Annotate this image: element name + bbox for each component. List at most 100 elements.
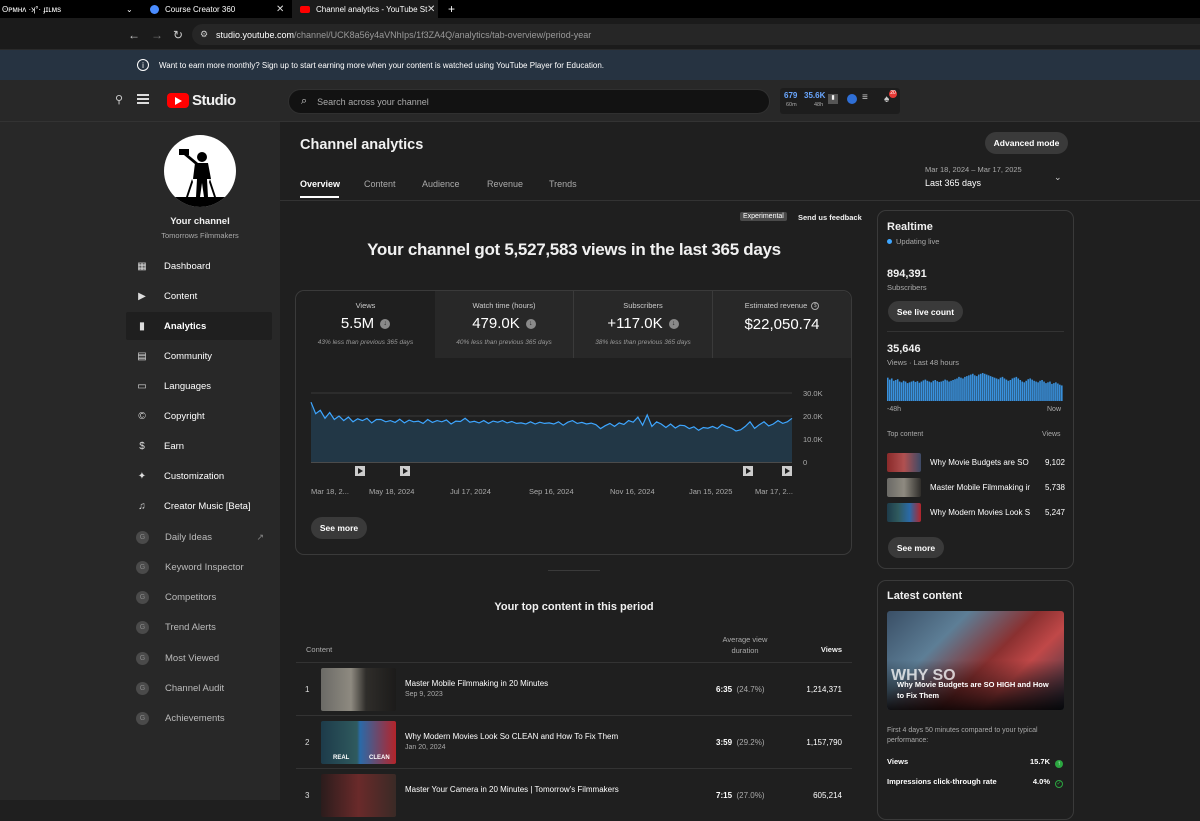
table-row[interactable]: 1 Master Mobile Filmmaking in 20 Minutes… xyxy=(296,662,852,715)
video-title[interactable]: Master Your Camera in 20 Minutes | Tomor… xyxy=(405,785,619,794)
thumbnail-label: REAL xyxy=(333,755,350,761)
back-icon[interactable]: ← xyxy=(128,28,140,42)
tab-trends[interactable]: Trends xyxy=(549,179,577,189)
latest-video-thumbnail[interactable]: WHY SO Why Movie Budgets are SO HIGH and… xyxy=(887,611,1064,710)
realtime-axis-end: Now xyxy=(1047,406,1062,413)
realtime-top-item[interactable]: Why Modern Movies Look So CLEAN 5,247 xyxy=(887,503,1065,525)
realtime-bar xyxy=(924,379,927,401)
metric-label: Views xyxy=(355,301,376,310)
video-thumbnail[interactable]: REAL CLEAN xyxy=(321,721,396,764)
views-line-chart[interactable]: 30.0K 20.0K 10.0K 0 Mar 18, 2... May 18, 202… xyxy=(300,380,830,500)
site-info-icon[interactable]: ⚙ xyxy=(200,29,208,40)
realtime-bar xyxy=(932,380,935,401)
external-link-icon: ↗ xyxy=(256,531,264,542)
video-title[interactable]: Master Mobile Filmmaking in 20 Minutes xyxy=(405,679,548,688)
browser-tab-analytics[interactable]: Channel analytics - YouTube St xyxy=(292,0,438,18)
list-icon[interactable]: ≡ xyxy=(862,92,868,103)
metric-comparison: 38% less than previous 365 days xyxy=(595,339,691,346)
sidebar-item-trend-alerts[interactable]: G Trend Alerts xyxy=(126,613,272,641)
sidebar-item-keyword-inspector[interactable]: G Keyword Inspector xyxy=(126,553,272,581)
sidebar-item-dashboard[interactable]: ▦ Dashboard xyxy=(126,252,272,280)
realtime-bar xyxy=(1003,378,1006,401)
sidebar-item-languages[interactable]: ▭ Languages xyxy=(126,372,272,400)
sidebar-item-label: Keyword Inspector xyxy=(165,561,244,573)
duration-pct: (29.2%) xyxy=(736,738,765,747)
tab-overview[interactable]: Overview xyxy=(300,179,340,189)
table-row[interactable]: 3 Master Your Camera in 20 Minutes | Tom… xyxy=(296,768,852,821)
metric-watch-time[interactable]: Watch time (hours) 479.0K ↓ 40% less than… xyxy=(435,290,573,357)
extension-stats[interactable]: 679 60m 35.6K 48h ▮ ≡ ♠ 20 xyxy=(780,88,900,114)
realtime-top-item[interactable]: Master Mobile Filmmaking in 20 Minutes 5… xyxy=(887,478,1065,500)
sidebar-item-most-viewed[interactable]: G Most Viewed xyxy=(126,644,272,672)
browser-tab-course-creator[interactable]: Course Creator 360 xyxy=(150,0,235,18)
sidebar-item-earn[interactable]: $ Earn xyxy=(126,432,272,460)
sidebar-item-channel-audit[interactable]: G Channel Audit xyxy=(126,674,272,702)
sidebar-item-analytics[interactable]: ▮ Analytics xyxy=(126,312,272,340)
see-more-button[interactable]: See more xyxy=(311,517,367,539)
realtime-see-more-button[interactable]: See more xyxy=(888,537,944,558)
sidebar-item-daily-ideas[interactable]: G Daily Ideas ↗ xyxy=(126,523,272,551)
tab-close-button[interactable]: ✕ xyxy=(427,0,435,18)
tab-revenue[interactable]: Revenue xyxy=(487,179,523,189)
realtime-bar xyxy=(1015,376,1018,401)
sidebar-item-community[interactable]: ▤ Community xyxy=(126,342,272,370)
realtime-bar xyxy=(962,378,964,401)
sidebar-item-label: Content xyxy=(164,290,198,302)
col-views[interactable]: Views xyxy=(810,645,842,654)
duration-value: 7:15 xyxy=(716,791,733,800)
menu-icon[interactable] xyxy=(137,92,149,106)
search-input[interactable]: ⌕ Search across your channel xyxy=(288,89,770,114)
realtime-bar xyxy=(972,373,974,401)
video-thumbnail xyxy=(887,453,921,472)
sidebar-item-creator-music[interactable]: ♫ Creator Music [Beta] xyxy=(126,492,272,520)
extension-icon: G xyxy=(136,530,149,544)
metric-value: 479.0K xyxy=(472,315,520,332)
date-range: Mar 18, 2024 – Mar 17, 2025 xyxy=(925,165,1022,174)
duration-value: 3:59 xyxy=(716,738,733,747)
realtime-bar xyxy=(1061,385,1063,401)
tab-menu-button[interactable]: ⌄ xyxy=(126,0,133,18)
metric-revenue[interactable]: Estimated revenue $ $22,050.74 xyxy=(713,290,851,357)
sidebar-item-achievements[interactable]: G Achievements xyxy=(126,704,272,732)
table-row[interactable]: 2 REAL CLEAN Why Modern Movies Look So C… xyxy=(296,715,852,768)
sidebar-item-competitors[interactable]: G Competitors xyxy=(126,583,272,611)
sidebar-item-customization[interactable]: ✦ Customization xyxy=(126,462,272,490)
metric-views[interactable]: Views 5.5M ↓ 43% less than previous 365 d… xyxy=(296,290,435,357)
studio-logo[interactable]: Studio xyxy=(167,92,236,109)
col-avg-duration[interactable]: Average view duration xyxy=(700,635,790,655)
channel-avatar[interactable] xyxy=(164,135,236,207)
advanced-mode-button[interactable]: Advanced mode xyxy=(985,132,1068,154)
banner-text[interactable]: Want to earn more monthly? Sign up to st… xyxy=(159,61,604,70)
address-bar[interactable]: ⚙ studio.youtube.com/channel/UCK8a56y4aV… xyxy=(192,24,1200,45)
send-feedback-link[interactable]: Send us feedback xyxy=(798,213,862,222)
video-views: 5,247 xyxy=(1044,508,1065,517)
forward-icon[interactable]: → xyxy=(151,28,163,42)
new-tab-button[interactable]: + xyxy=(448,0,455,18)
avg-duration: 6:35 (24.7%) xyxy=(716,685,764,694)
extension-logo-icon[interactable]: ⚲ xyxy=(115,93,123,106)
analytics-ext-icon[interactable]: ▮ xyxy=(828,94,838,104)
vidiq-ext-icon[interactable] xyxy=(847,94,857,104)
chevron-down-icon[interactable]: ⌄ xyxy=(1054,172,1062,183)
realtime-bar xyxy=(1047,382,1049,401)
tab-audience[interactable]: Audience xyxy=(422,179,460,189)
realtime-bar-chart[interactable] xyxy=(887,372,1065,402)
sidebar-item-copyright[interactable]: © Copyright xyxy=(126,402,272,430)
reload-icon[interactable]: ↻ xyxy=(173,28,183,42)
realtime-top-item[interactable]: Why Movie Budgets are SO HIGH and How to… xyxy=(887,453,1065,475)
tab-content[interactable]: Content xyxy=(364,179,396,189)
date-range-label[interactable]: Last 365 days xyxy=(925,178,981,188)
video-thumbnail[interactable] xyxy=(321,668,396,711)
realtime-bar xyxy=(954,379,956,401)
realtime-bar xyxy=(1009,380,1012,401)
tab-close-button[interactable]: ✕ xyxy=(276,0,284,18)
sidebar-item-content[interactable]: ▶ Content xyxy=(126,282,272,310)
x-tick-label: Mar 17, 2... xyxy=(755,487,793,496)
video-thumbnail[interactable] xyxy=(321,774,396,817)
video-title[interactable]: Why Modern Movies Look So CLEAN and How … xyxy=(405,732,618,741)
extension-icon: G xyxy=(136,560,149,574)
see-live-count-button[interactable]: See live count xyxy=(888,301,963,322)
x-tick-label: May 18, 2024 xyxy=(369,487,414,496)
metric-subscribers[interactable]: Subscribers +117.0K ↓ 38% less than previ… xyxy=(574,290,712,357)
realtime-bar xyxy=(1021,381,1024,401)
